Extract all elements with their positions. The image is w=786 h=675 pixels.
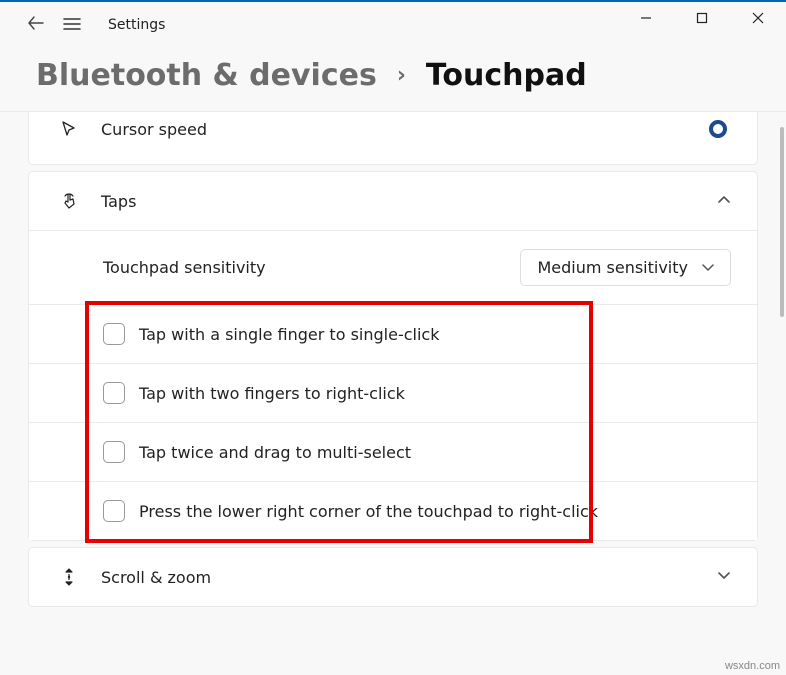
cursor-speed-card: Cursor speed: [28, 111, 758, 165]
tap-corner-label: Press the lower right corner of the touc…: [139, 502, 598, 521]
tap-option-row: Tap with a single finger to single-click: [29, 304, 757, 363]
taps-header[interactable]: Taps: [29, 172, 757, 230]
scrollzoom-label: Scroll & zoom: [101, 568, 717, 587]
taps-card: Taps Touchpad sensitivity Medium sensiti…: [28, 171, 758, 541]
hamburger-icon: [63, 17, 81, 31]
window-controls: [618, 2, 786, 34]
scrollbar-thumb[interactable]: [780, 127, 784, 317]
breadcrumb-current: Touchpad: [426, 58, 587, 93]
back-button[interactable]: [22, 15, 50, 36]
tap-option-row: Tap with two fingers to right-click: [29, 363, 757, 422]
taps-label: Taps: [101, 192, 717, 211]
back-arrow-icon: [28, 15, 44, 31]
close-button[interactable]: [730, 2, 786, 34]
slider-thumb[interactable]: [709, 120, 727, 138]
chevron-up-icon: [717, 193, 731, 209]
scrollzoom-card: Scroll & zoom: [28, 547, 758, 607]
chevron-down-icon: [717, 569, 731, 585]
breadcrumb-separator: ›: [397, 63, 406, 88]
sensitivity-dropdown[interactable]: Medium sensitivity: [520, 249, 731, 286]
watermark: wsxdn.com: [725, 660, 780, 672]
tap-drag-label: Tap twice and drag to multi-select: [139, 443, 411, 462]
tap-option-row: Press the lower right corner of the touc…: [29, 481, 757, 540]
minimize-icon: [640, 12, 652, 24]
close-icon: [752, 12, 764, 24]
cursor-speed-row[interactable]: Cursor speed: [29, 111, 757, 164]
content-area: Cursor speed Taps Touchpad sensitivity M…: [0, 111, 786, 671]
tap-icon: [55, 191, 83, 211]
tap-twofinger-label: Tap with two fingers to right-click: [139, 384, 405, 403]
scroll-icon: [55, 567, 83, 587]
chevron-down-icon: [702, 264, 714, 272]
maximize-icon: [696, 12, 708, 24]
tap-corner-checkbox[interactable]: [103, 500, 125, 522]
tap-options-highlight: Tap with a single finger to single-click…: [29, 304, 757, 540]
tap-twofinger-checkbox[interactable]: [103, 382, 125, 404]
sensitivity-value: Medium sensitivity: [537, 258, 688, 277]
app-title: Settings: [94, 17, 165, 33]
maximize-button[interactable]: [674, 2, 730, 34]
tap-drag-checkbox[interactable]: [103, 441, 125, 463]
cursor-speed-label: Cursor speed: [101, 120, 709, 139]
breadcrumb-parent[interactable]: Bluetooth & devices: [36, 58, 377, 93]
cursor-icon: [55, 120, 83, 138]
breadcrumb: Bluetooth & devices › Touchpad: [0, 48, 786, 111]
tap-option-row: Tap twice and drag to multi-select: [29, 422, 757, 481]
sensitivity-label: Touchpad sensitivity: [103, 258, 520, 277]
scrollzoom-header[interactable]: Scroll & zoom: [29, 548, 757, 606]
menu-button[interactable]: [50, 16, 94, 35]
sensitivity-row: Touchpad sensitivity Medium sensitivity: [29, 230, 757, 304]
tap-single-label: Tap with a single finger to single-click: [139, 325, 439, 344]
tap-single-checkbox[interactable]: [103, 323, 125, 345]
minimize-button[interactable]: [618, 2, 674, 34]
